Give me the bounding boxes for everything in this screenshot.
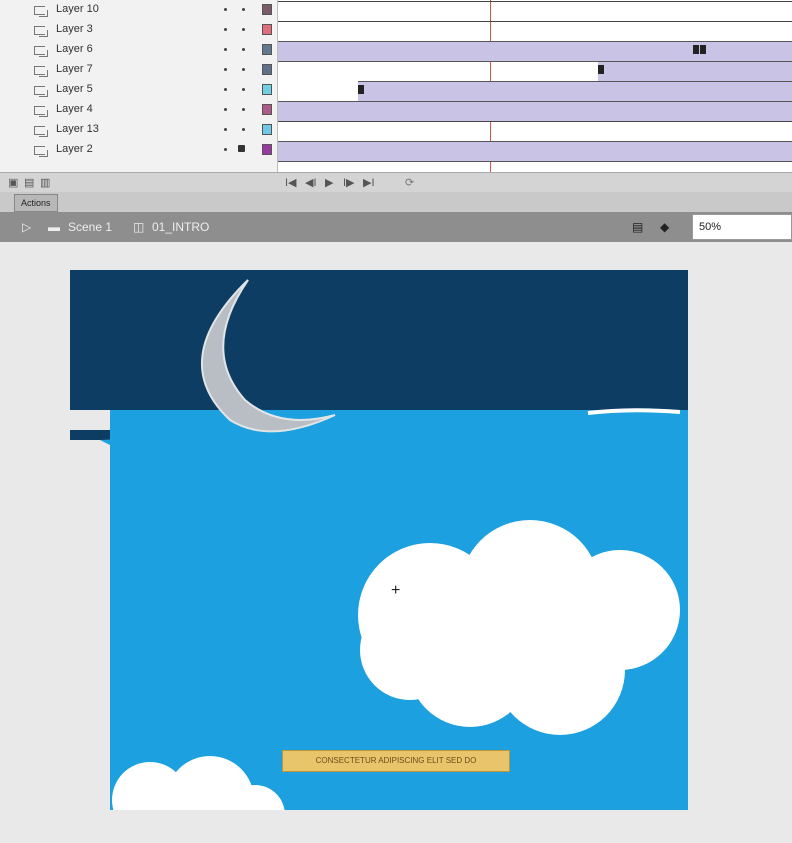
layer-row[interactable]: Layer 3 [0,20,276,40]
outline-color-swatch[interactable] [262,44,272,55]
layer-icon [34,86,48,97]
visibility-toggle[interactable] [224,148,227,151]
tab-actions[interactable]: Actions [14,194,58,212]
layer-name: Layer 7 [56,63,93,75]
layer-icon [34,26,48,37]
layer-name: Layer 3 [56,23,93,35]
cloud-large [358,520,680,735]
delete-layer-icon[interactable]: ▥ [40,176,50,189]
crosshair-cursor: + [391,582,401,599]
timeline-panel: Layer 10 Layer 3 Layer 6 Layer 7 Layer 5 Laye… [0,0,792,175]
frame-span[interactable] [278,41,792,62]
layer-list: Layer 10 Layer 3 Layer 6 Layer 7 Layer 5 Laye… [0,0,276,172]
outline-color-swatch[interactable] [262,24,272,35]
edit-symbol-icon[interactable]: ◆ [660,220,669,234]
symbol-icon: ◫ [133,220,145,234]
outline-color-swatch[interactable] [262,144,272,155]
visibility-toggle[interactable] [224,88,227,91]
frame-span[interactable] [278,21,792,41]
breadcrumb-scene[interactable]: Scene 1 [68,220,112,234]
frame-span[interactable] [278,141,792,162]
keyframe[interactable] [700,45,706,54]
layer-row[interactable]: Layer 2 [0,140,276,160]
panel-tabs: Actions [0,192,792,213]
edit-bar: ▷ ▬ Scene 1 ◫ 01_INTRO ▤ ◆ [0,212,792,242]
lock-icon[interactable] [238,145,245,152]
stage-art [100,279,688,810]
layer-row[interactable]: Layer 13 [0,120,276,140]
loop-icon[interactable]: ⟳ [405,176,414,189]
visibility-toggle[interactable] [224,28,227,31]
cloud-small [112,756,285,810]
layer-name: Layer 4 [56,103,93,115]
layer-icon [34,46,48,57]
lock-toggle[interactable] [242,128,245,131]
edit-scene-icon[interactable]: ▤ [632,220,643,234]
outline-color-swatch[interactable] [262,64,272,75]
frame-span[interactable] [278,101,792,122]
timeline-controls: ▣ ▤ ▥ I◀ ◀I ▶ I▶ ▶I ⟳ [0,172,792,193]
back-arrow-icon[interactable]: ▷ [22,220,31,234]
visibility-toggle[interactable] [224,68,227,71]
layer-name: Layer 5 [56,83,93,95]
layer-icon [34,66,48,77]
keyframe[interactable] [358,85,364,94]
layer-row[interactable]: Layer 10 [0,0,276,20]
lock-toggle[interactable] [242,28,245,31]
moon-crescent [200,279,336,433]
visibility-toggle[interactable] [224,48,227,51]
outline-color-swatch[interactable] [262,84,272,95]
layer-row[interactable]: Layer 5 [0,80,276,100]
layer-name: Layer 10 [56,3,99,15]
new-folder-icon[interactable]: ▤ [24,176,34,189]
lock-toggle[interactable] [242,8,245,11]
visibility-toggle[interactable] [224,8,227,11]
layer-icon [34,6,48,17]
frame-span[interactable] [598,61,792,82]
layer-icon [34,126,48,137]
go-to-first-frame-button[interactable]: I◀ [285,176,297,189]
stage[interactable] [70,270,688,810]
outline-color-swatch[interactable] [262,124,272,135]
go-to-last-frame-button[interactable]: ▶I [363,176,375,189]
keyframe[interactable] [693,45,699,54]
step-forward-button[interactable]: I▶ [343,176,355,189]
frame-span[interactable] [358,81,792,102]
layer-row[interactable]: Layer 6 [0,40,276,60]
keyframe[interactable] [598,65,604,74]
frame-span[interactable] [278,121,792,141]
stage-text-box[interactable]: CONSECTETUR ADIPISCING ELIT SED DO [282,750,510,772]
frame-span[interactable] [278,1,792,21]
lock-toggle[interactable] [242,108,245,111]
step-back-button[interactable]: ◀I [305,176,317,189]
layer-row[interactable]: Layer 7 [0,60,276,80]
new-layer-icon[interactable]: ▣ [8,176,18,189]
layer-icon [34,106,48,117]
outline-color-swatch[interactable] [262,4,272,15]
layer-name: Layer 6 [56,43,93,55]
layer-name: Layer 2 [56,143,93,155]
visibility-toggle[interactable] [224,108,227,111]
scene-icon: ▬ [48,220,60,234]
layer-name: Layer 13 [56,123,99,135]
layer-row[interactable]: Layer 4 [0,100,276,120]
lock-toggle[interactable] [242,88,245,91]
outline-color-swatch[interactable] [262,104,272,115]
visibility-toggle[interactable] [224,128,227,131]
zoom-select[interactable]: 50% [692,214,792,240]
lock-toggle[interactable] [242,68,245,71]
breadcrumb-symbol[interactable]: 01_INTRO [152,220,209,234]
play-button[interactable]: ▶ [325,176,333,189]
lock-toggle[interactable] [242,48,245,51]
layer-icon [34,146,48,157]
frame-grid[interactable] [277,0,792,175]
